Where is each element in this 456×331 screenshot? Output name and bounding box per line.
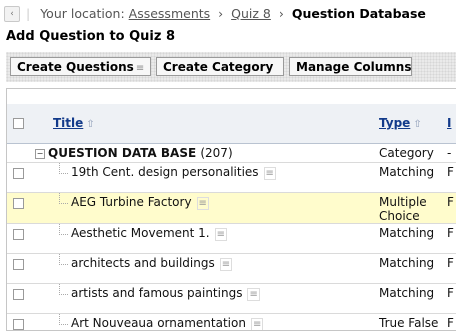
table-row[interactable]: artists and famous paintings ≡ Matching F <box>7 284 456 314</box>
table-row[interactable]: AEG Turbine Factory ≡ Multiple Choice F <box>7 193 456 224</box>
manage-columns-button[interactable]: Manage Columns <box>289 57 412 76</box>
tree-connector <box>59 163 68 174</box>
breadcrumb-current: Question Database <box>291 6 426 21</box>
question-type: True False <box>379 316 439 330</box>
category-extra: - <box>447 146 452 160</box>
type-column-header[interactable]: Type <box>379 116 410 130</box>
row-checkbox[interactable] <box>13 229 24 240</box>
row-checkbox[interactable] <box>13 319 24 330</box>
breadcrumb: | Your location: Assessments › Quiz 8 › … <box>26 6 426 21</box>
sort-icon[interactable]: ⇧ <box>413 119 421 130</box>
row-checkbox[interactable] <box>13 168 24 179</box>
create-category-label: Create Category <box>163 60 274 74</box>
context-menu-icon[interactable]: ≡ <box>247 288 260 301</box>
question-table: Title ⇧ Type ⇧ I − QUESTION DATA BASE (207… <box>6 88 456 331</box>
collapse-icon[interactable]: − <box>35 149 45 159</box>
breadcrumb-link-quiz[interactable]: Quiz 8 <box>231 6 271 21</box>
extra-column-header[interactable]: I <box>447 116 451 130</box>
context-menu-icon[interactable]: ≡ <box>250 318 264 330</box>
breadcrumb-link-assessments[interactable]: Assessments <box>129 6 211 21</box>
create-questions-button[interactable]: Create Questions ≡ <box>10 57 151 76</box>
question-title[interactable]: 19th Cent. design personalities <box>71 165 259 179</box>
question-type: Matching <box>379 286 435 300</box>
tree-connector <box>59 284 68 295</box>
tree-connector <box>59 224 68 235</box>
dropdown-arrow-icon[interactable]: ≡ <box>136 63 144 74</box>
question-type: Matching <box>379 226 435 240</box>
tree-connector <box>59 254 68 265</box>
question-title[interactable]: AEG Turbine Factory <box>71 195 192 209</box>
question-extra: F <box>447 226 454 240</box>
question-extra: F <box>447 195 454 209</box>
question-title[interactable]: Aesthetic Movement 1. <box>71 226 210 240</box>
question-type: Multiple Choice <box>379 195 427 223</box>
manage-columns-label: Manage Columns <box>296 60 412 74</box>
context-menu-icon[interactable]: ≡ <box>196 197 209 210</box>
breadcrumb-divider: | <box>26 6 31 21</box>
table-row[interactable]: 19th Cent. design personalities ≡ Matchin… <box>7 163 456 193</box>
page-title: Add Question to Quiz 8 <box>6 29 176 44</box>
context-menu-icon[interactable]: ≡ <box>263 167 276 180</box>
question-type: Matching <box>379 256 435 270</box>
row-checkbox[interactable] <box>13 289 24 300</box>
context-menu-icon[interactable]: ≡ <box>219 258 233 271</box>
create-category-button[interactable]: Create Category <box>156 57 284 76</box>
location-bar: ‹ | Your location: Assessments › Quiz 8 … <box>0 0 456 22</box>
breadcrumb-prefix: Your location: <box>40 6 125 21</box>
breadcrumb-separator-icon: › <box>278 6 284 21</box>
question-extra: F <box>447 316 454 330</box>
table-row[interactable]: Art Nouveaua ornamentation ≡ True False F <box>7 314 456 330</box>
question-title[interactable]: Art Nouveaua ornamentation <box>71 316 246 330</box>
tree-connector <box>59 193 68 204</box>
category-count: (207) <box>200 146 233 160</box>
table-row[interactable]: Aesthetic Movement 1. ≡ Matching F <box>7 224 456 254</box>
category-name: QUESTION DATA BASE <box>48 146 197 160</box>
question-title[interactable]: architects and buildings <box>71 256 215 270</box>
table-header-row: Title ⇧ Type ⇧ I <box>7 104 456 144</box>
table-row[interactable]: architects and buildings ≡ Matching F <box>7 254 456 284</box>
category-row[interactable]: − QUESTION DATA BASE (207) Category - <box>7 144 456 163</box>
question-extra: F <box>447 165 454 179</box>
category-type: Category <box>379 146 434 160</box>
question-type: Matching <box>379 165 435 179</box>
row-checkbox[interactable] <box>13 198 24 209</box>
toolbar: Create Questions ≡ Create Category Manage… <box>6 52 456 82</box>
breadcrumb-separator-icon: › <box>218 6 224 21</box>
row-checkbox[interactable] <box>13 259 24 270</box>
sort-icon[interactable]: ⇧ <box>86 119 94 130</box>
create-questions-label: Create Questions <box>17 60 134 74</box>
title-column-header[interactable]: Title <box>53 116 83 130</box>
question-extra: F <box>447 286 454 300</box>
back-arrow-icon[interactable]: ‹ <box>4 6 20 22</box>
select-all-checkbox[interactable] <box>13 118 24 129</box>
question-extra: F <box>447 256 454 270</box>
tree-connector <box>59 314 68 325</box>
question-title[interactable]: artists and famous paintings <box>71 286 242 300</box>
context-menu-icon[interactable]: ≡ <box>214 228 227 241</box>
